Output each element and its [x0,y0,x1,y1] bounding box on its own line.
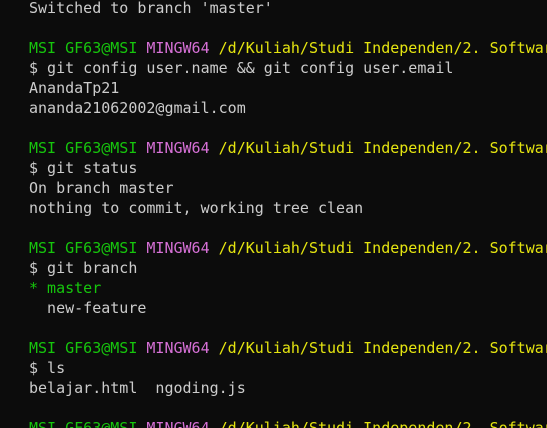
command-line: $ git status [29,159,138,177]
output-line: new-feature [29,299,147,317]
current-branch-line: * master [29,279,102,297]
prompt-system: MINGW64 [146,239,210,257]
prompt-path: /d/Kuliah/Studi Independen/2. Softwar [218,39,547,57]
terminal-window[interactable]: Switched to branch 'master' MSI GF63@MSI … [0,0,547,428]
prompt-system: MINGW64 [146,339,210,357]
prompt-line: MSI GF63@MSI MINGW64 /d/Kuliah/Studi Ind… [29,38,547,58]
output-line: belajar.html ngoding.js [29,379,246,397]
prompt-line: MSI GF63@MSI MINGW64 /d/Kuliah/Studi Ind… [29,418,547,428]
prompt-system: MINGW64 [146,39,210,57]
prompt-line: MSI GF63@MSI MINGW64 /d/Kuliah/Studi Ind… [29,138,547,158]
prompt-line: MSI GF63@MSI MINGW64 /d/Kuliah/Studi Ind… [29,238,547,258]
output-line: nothing to commit, working tree clean [29,199,364,217]
prompt-system: MINGW64 [146,419,210,428]
prompt-path: /d/Kuliah/Studi Independen/2. Softwar [218,339,547,357]
output-line: Switched to branch 'master' [29,0,273,17]
command-line: $ git config user.name && git config use… [29,59,454,77]
prompt-path: /d/Kuliah/Studi Independen/2. Softwar [218,139,547,157]
command-line: $ git branch [29,259,138,277]
output-line: AnandaTp21 [29,79,120,97]
terminal-output: Switched to branch 'master' MSI GF63@MSI … [29,0,547,428]
prompt-path: /d/Kuliah/Studi Independen/2. Softwar [218,239,547,257]
prompt-path: /d/Kuliah/Studi Independen/2. Softwar [218,419,547,428]
prompt-line: MSI GF63@MSI MINGW64 /d/Kuliah/Studi Ind… [29,338,547,358]
prompt-user: MSI GF63@MSI [29,239,138,257]
command-line: $ ls [29,359,66,377]
prompt-user: MSI GF63@MSI [29,139,138,157]
output-line: ananda21062002@gmail.com [29,99,246,117]
prompt-user: MSI GF63@MSI [29,339,138,357]
output-line: On branch master [29,179,174,197]
prompt-user: MSI GF63@MSI [29,419,138,428]
prompt-user: MSI GF63@MSI [29,39,138,57]
prompt-system: MINGW64 [146,139,210,157]
